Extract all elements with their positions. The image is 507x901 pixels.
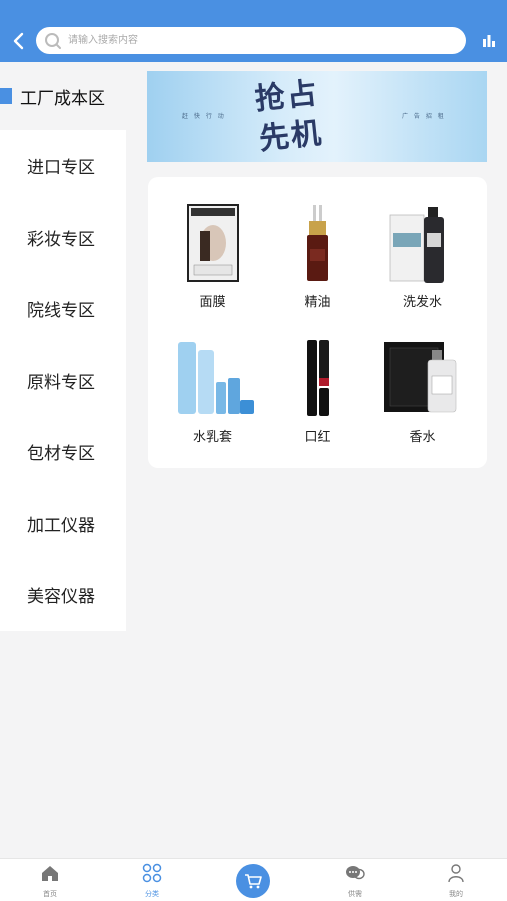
home-icon [42, 866, 58, 881]
tab-label: 供需 [348, 890, 362, 898]
shampoo-product-icon [366, 203, 479, 287]
product-grid: 面膜 精油 洗发水 水乳套 口红 香水 [148, 177, 487, 468]
product-lipstick[interactable]: 口红 [261, 338, 374, 445]
product-label: 香水 [409, 430, 436, 445]
lipstick-product-icon [261, 338, 374, 422]
product-label: 水乳套 [192, 430, 232, 445]
sidebar-item-factory-cost[interactable]: 工厂成本区 [0, 62, 126, 130]
face-mask-product-icon [156, 203, 269, 287]
banner-title: 抢占 先机 [253, 74, 325, 160]
product-perfume[interactable]: 香水 [366, 338, 479, 445]
sidebar-item-packaging[interactable]: 包材专区 [0, 416, 126, 488]
product-essential-oil[interactable]: 精油 [261, 203, 374, 310]
user-icon [448, 864, 464, 883]
sidebar-item-salon[interactable]: 院线专区 [0, 273, 126, 345]
banner-title-line2: 先机 [257, 115, 325, 158]
sidebar-item-makeup[interactable]: 彩妆专区 [0, 202, 126, 274]
active-indicator [0, 88, 12, 104]
sidebar-item-label: 工厂成本区 [20, 88, 105, 109]
bar-chart-icon[interactable] [481, 33, 497, 49]
cart-icon [245, 874, 262, 889]
search-icon [45, 32, 61, 49]
product-label: 面膜 [199, 295, 226, 310]
product-face-mask[interactable]: 面膜 [156, 203, 269, 310]
product-label: 口红 [304, 430, 331, 445]
sidebar-item-processing-equipment[interactable]: 加工仪器 [0, 488, 126, 560]
search-box[interactable] [36, 27, 466, 54]
tab-supply[interactable]: 供需 [325, 863, 385, 899]
essential-oil-product-icon [261, 203, 374, 287]
cart-button[interactable] [236, 864, 270, 898]
tab-category[interactable]: 分类 [122, 863, 182, 899]
banner-right-text: 广 告 招 租 [402, 113, 446, 120]
tab-label: 我的 [449, 890, 463, 898]
banner-title-line1: 抢占 [253, 75, 321, 118]
category-icon [142, 863, 162, 883]
back-arrow-icon[interactable] [8, 28, 30, 54]
sidebar-list: 进口专区 彩妆专区 院线专区 原料专区 包材专区 加工仪器 美容仪器 [0, 130, 126, 631]
top-bar [0, 0, 507, 62]
chat-bubble-icon [346, 866, 365, 880]
product-shampoo[interactable]: 洗发水 [366, 203, 479, 310]
product-label: 洗发水 [402, 295, 442, 310]
tab-label: 分类 [145, 890, 159, 898]
sidebar-item-import[interactable]: 进口专区 [0, 130, 126, 202]
tab-mine[interactable]: 我的 [426, 863, 486, 899]
category-sidebar: 工厂成本区 进口专区 彩妆专区 院线专区 原料专区 包材专区 加工仪器 美容仪器 [0, 62, 126, 631]
perfume-product-icon [366, 338, 479, 422]
tab-label: 首页 [43, 890, 57, 898]
tab-home[interactable]: 首页 [20, 863, 80, 899]
skincare-set-product-icon [156, 338, 269, 422]
search-input[interactable] [66, 34, 450, 47]
banner-left-text: 赶 快 行 动 [182, 113, 226, 120]
product-skincare-set[interactable]: 水乳套 [156, 338, 269, 445]
ad-banner[interactable]: 赶 快 行 动 抢占 先机 广 告 招 租 [147, 71, 487, 162]
product-label: 精油 [304, 295, 331, 310]
sidebar-item-raw-material[interactable]: 原料专区 [0, 345, 126, 417]
sidebar-item-beauty-device[interactable]: 美容仪器 [0, 559, 126, 631]
